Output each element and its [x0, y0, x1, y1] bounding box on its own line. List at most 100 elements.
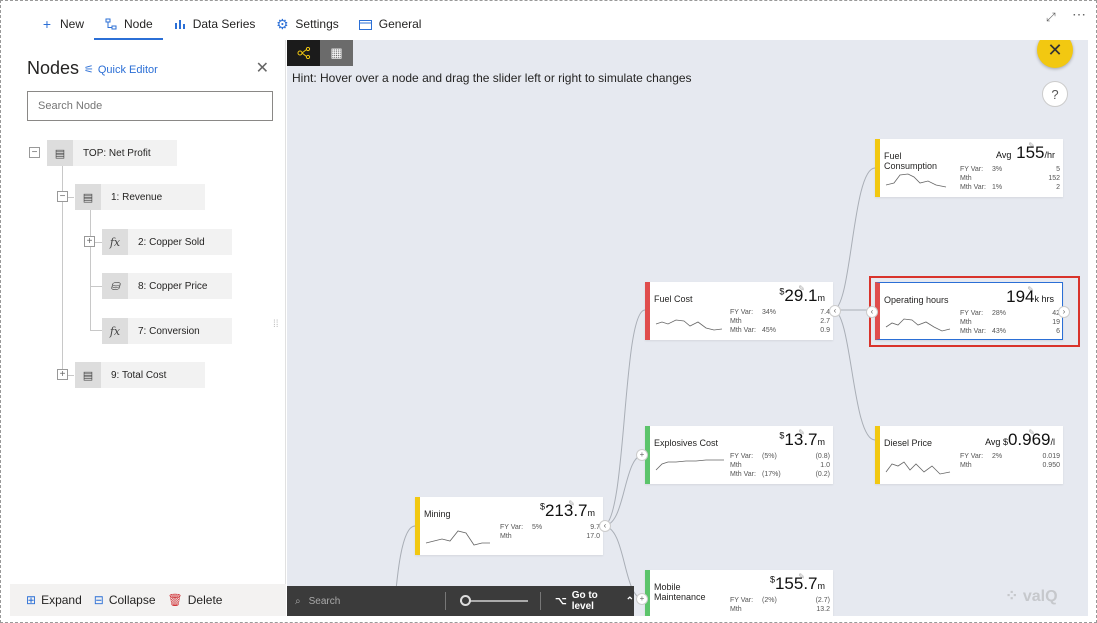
- valq-logo: ⁘ valQ: [1005, 586, 1075, 612]
- collapse-icon: ⊟: [93, 593, 104, 607]
- quick-editor-icon: ⚟: [84, 64, 94, 76]
- tree-node-net-profit[interactable]: ▤ TOP: Net Profit: [47, 140, 177, 166]
- close-icon[interactable]: ✕: [256, 58, 269, 78]
- tree-toggle[interactable]: −: [29, 147, 40, 158]
- node-card-fuel-consumption[interactable]: ✎ Fuel Consumption Avg 155/hr FY Var: 3% 5…: [875, 139, 1063, 197]
- collapse-button[interactable]: ⊟ Collapse: [94, 593, 156, 607]
- tree-node-label: 2: Copper Sold: [138, 236, 205, 248]
- function-icon: fx: [102, 318, 128, 344]
- tree-toggle[interactable]: +: [57, 369, 68, 380]
- node-value: $29.1m: [779, 286, 825, 306]
- trash-icon: 🗑: [167, 593, 183, 607]
- calc-icon: ▤: [47, 140, 73, 166]
- tree-node-revenue[interactable]: ▤ 1: Revenue: [75, 184, 205, 210]
- canvas-search-placeholder: Search: [308, 595, 341, 607]
- expand-node-icon[interactable]: +: [636, 449, 648, 461]
- nodes-panel-title: Nodes: [27, 58, 80, 78]
- node-card-explosives-cost[interactable]: ✎ Explosives Cost $13.7m FY Var: (5%) (0.8…: [636, 426, 833, 484]
- tree-node-total-cost[interactable]: ▤ 9: Total Cost: [75, 362, 205, 388]
- tree-node-conversion[interactable]: fx 7: Conversion: [102, 318, 232, 344]
- menu-label: Settings: [295, 17, 339, 31]
- tree-canvas[interactable]: ▦ Hint: Hover over a node and drag the s…: [287, 40, 1088, 616]
- calc-icon: ▤: [75, 184, 101, 210]
- delete-button[interactable]: 🗑 Delete: [168, 593, 223, 607]
- sparkline: [655, 319, 723, 331]
- nodes-panel-footer: ⊞ Expand ⊟ Collapse 🗑 Delete: [10, 584, 286, 616]
- node-name: Fuel Cost: [654, 294, 693, 304]
- chevron-up-icon: ⌃: [625, 595, 634, 607]
- node-unit: m: [817, 437, 826, 447]
- calc-icon: ▤: [75, 362, 101, 388]
- logo-text: valQ: [1022, 588, 1058, 605]
- canvas-bottom-bar: ⌕ Search ⌥ Go to level ⌃: [287, 586, 634, 616]
- view-toggle: ▦: [287, 40, 353, 66]
- drag-handle-icon[interactable]: ⁞⁞: [273, 320, 281, 336]
- menu-label: Node: [124, 17, 153, 31]
- help-button[interactable]: ?: [1042, 81, 1068, 107]
- sparkline: [885, 461, 951, 475]
- node-stats: FY Var: 28% 42 Mth 19 Mth Var: 43% 6: [960, 310, 1060, 335]
- menu-label: New: [60, 17, 85, 31]
- node-value-number: 29.1: [784, 286, 818, 305]
- more-options-icon[interactable]: ⋯: [1072, 6, 1086, 23]
- menu-general[interactable]: General: [349, 8, 432, 40]
- node-value-number: 194: [1006, 287, 1035, 306]
- node-unit: m: [817, 293, 826, 303]
- menu-data-series[interactable]: Data Series: [163, 8, 266, 40]
- general-icon: [359, 17, 373, 31]
- node-tree-icon: [104, 17, 118, 31]
- grid-view-icon[interactable]: ▦: [320, 40, 353, 66]
- node-stats: FY Var: 2% 0.019 Mth 0.950: [960, 453, 1060, 469]
- quick-editor-link[interactable]: ⚟ Quick Editor: [84, 63, 158, 77]
- go-to-level-button[interactable]: ⌥ Go to level ⌃: [555, 590, 634, 612]
- node-value: Avg $0.969/l: [985, 430, 1055, 450]
- node-unit: /hr: [1044, 150, 1055, 160]
- expand-button[interactable]: ⊞ Expand: [26, 593, 82, 607]
- expand-children-icon[interactable]: ›: [1058, 306, 1070, 318]
- node-name: Mobile Maintenance: [654, 582, 706, 602]
- menu-label: General: [378, 17, 422, 31]
- function-icon: fx: [102, 229, 128, 255]
- tree-view-icon[interactable]: [287, 40, 320, 66]
- node-value: $155.7m: [770, 574, 825, 594]
- divider: [445, 592, 447, 610]
- node-card-diesel-price[interactable]: ✎ Diesel Price Avg $0.969/l FY Var: 2% 0.0…: [875, 426, 1063, 484]
- collapse-children-icon[interactable]: ‹: [599, 520, 611, 532]
- menu-label: Data Series: [192, 17, 256, 31]
- sparkline: [655, 459, 724, 471]
- collapse-children-icon[interactable]: ‹: [866, 306, 878, 318]
- node-card-mobile-maintenance[interactable]: ✎ Mobile Maintenance $155.7m FY Var: (2%)…: [636, 570, 833, 616]
- tree-node-label: 9: Total Cost: [111, 369, 167, 381]
- menu-settings[interactable]: ⚙ Settings: [265, 8, 348, 40]
- node-stats: FY Var: 5% 9.7 Mth 17.0: [500, 524, 600, 540]
- canvas-search[interactable]: ⌕ Search: [287, 596, 433, 607]
- node-card-mining[interactable]: ✎ Mining $213.7m FY Var: 5% 9.7 Mth 17.0 ‹: [415, 497, 611, 555]
- tree-toggle[interactable]: +: [84, 236, 95, 247]
- sparkline: [885, 318, 951, 332]
- menu-new[interactable]: + New: [30, 8, 94, 40]
- node-name: Mining: [424, 509, 451, 519]
- node-card-fuel-cost[interactable]: ✎ Fuel Cost $29.1m FY Var: 34% 7.4 Mth 2.7 …: [645, 282, 841, 340]
- expand-node-icon[interactable]: +: [636, 593, 648, 605]
- focus-mode-icon[interactable]: ⤢: [1046, 10, 1056, 25]
- tree-node-copper-price[interactable]: ⛁ 8: Copper Price: [102, 273, 232, 299]
- expand-label: Expand: [41, 593, 82, 607]
- tree-node-copper-sold[interactable]: fx 2: Copper Sold: [102, 229, 232, 255]
- search-node-input[interactable]: [27, 91, 273, 121]
- tree-connector: [90, 210, 91, 330]
- node-value: 194k hrs: [1006, 287, 1054, 307]
- tree-node-label: 7: Conversion: [138, 325, 200, 337]
- database-icon: ⛁: [102, 273, 128, 299]
- node-card-operating-hours[interactable]: ✎ Operating hours 194k hrs FY Var: 28% 42 …: [866, 282, 1070, 340]
- divider: [540, 592, 542, 610]
- tree-toggle[interactable]: −: [57, 191, 68, 202]
- level-slider[interactable]: [460, 595, 529, 606]
- slider-knob[interactable]: [460, 595, 472, 606]
- node-name: Diesel Price: [884, 438, 933, 448]
- collapse-children-icon[interactable]: ‹: [829, 305, 841, 317]
- delete-label: Delete: [187, 593, 223, 607]
- menu-node[interactable]: Node: [94, 8, 163, 40]
- tree-connector: [90, 286, 102, 287]
- sparkline: [425, 530, 490, 546]
- hint-text: Hint: Hover over a node and drag the sli…: [292, 71, 692, 85]
